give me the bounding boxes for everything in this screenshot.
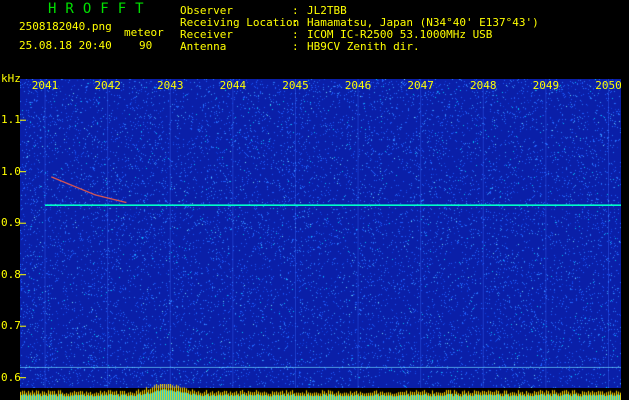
y-tick-label: 1.0 [1,164,21,178]
antenna-label: Antenna [180,40,227,53]
x-tick-label: 2044 [219,79,247,92]
y-tick-label: 0.7 [1,319,21,333]
spectrogram-overlay [20,79,621,388]
antenna-value: HB9CV Zenith dir. [307,40,420,53]
x-tick-label: 2042 [94,79,121,92]
y-tick-label: 1.1 [1,113,21,127]
y-tick-label: 0.8 [1,267,21,281]
antenna-colon: : [292,40,299,53]
x-tick-label: 2048 [470,79,497,92]
app-title: HROFFT [48,1,153,17]
y-tick-label: 0.9 [1,216,21,230]
x-tick-label: 2049 [532,79,560,92]
x-tick-label: 2041 [31,79,59,92]
y-axis-unit: kHz [1,72,21,85]
y-tick-label: 0.6 [1,370,21,384]
level-bars [20,384,621,400]
x-tick-label: 2050 [595,79,622,92]
count-value: 90 [139,39,153,52]
mode-label: meteor [124,26,164,39]
x-tick-label: 2047 [407,79,434,92]
spectrogram [20,79,621,388]
file-name: 2508182040.png [19,20,112,33]
x-tick-label: 2043 [157,79,184,92]
x-tick-label: 2046 [344,79,372,92]
x-tick-label: 2045 [282,79,309,92]
meteor-trail [51,176,127,204]
date-time: 25.08.18 20:40 [19,39,112,52]
